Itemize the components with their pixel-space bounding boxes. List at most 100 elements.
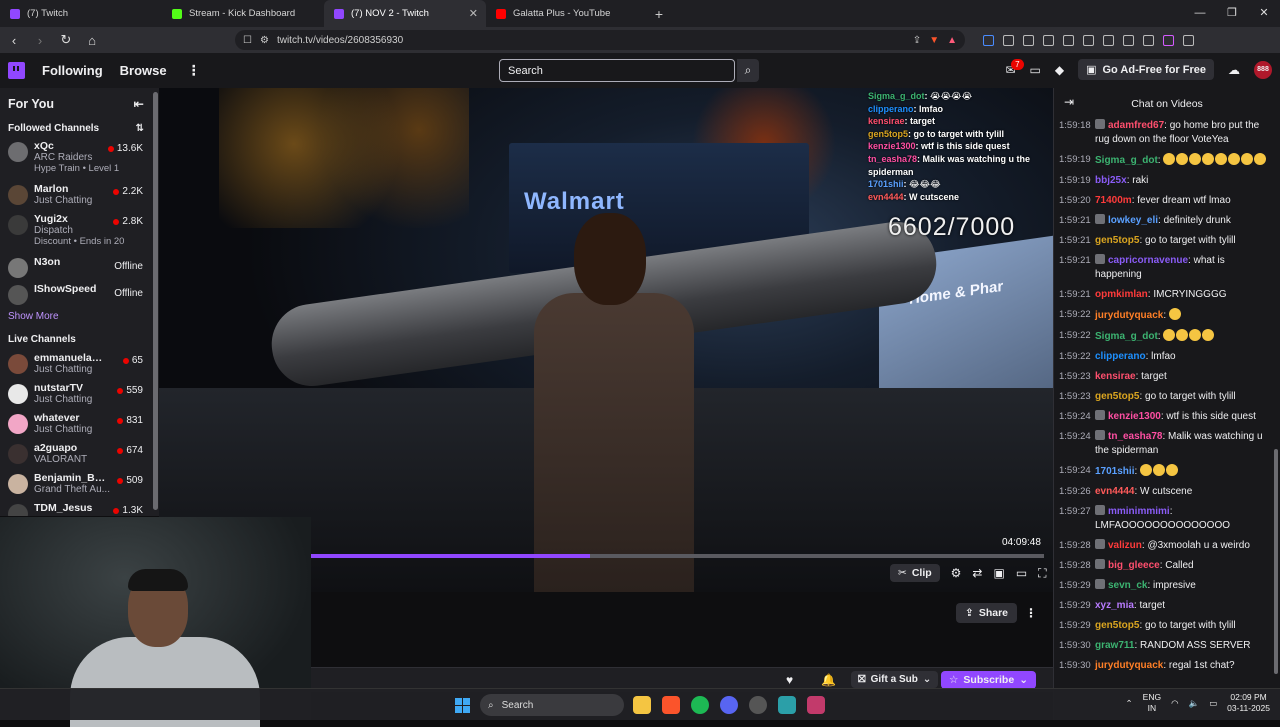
chat-username[interactable]: mminimmimi: [1108, 506, 1170, 517]
chat-username[interactable]: graw711: [1095, 640, 1134, 651]
whispers-icon[interactable]: ▭: [1030, 63, 1041, 77]
gift-sub-button[interactable]: ⛝ Gift a Sub ⌄: [851, 671, 939, 688]
search-input[interactable]: Search: [499, 59, 735, 82]
turbo-icon[interactable]: ☁: [1228, 63, 1240, 77]
battery-icon[interactable]: ▭: [1209, 698, 1217, 709]
volume-icon[interactable]: 🔈: [1189, 698, 1200, 709]
sidebar-channel-ishowspeed[interactable]: IShowSpeed Offline: [0, 280, 152, 307]
brave-browser-icon[interactable]: [662, 696, 680, 714]
chat-message[interactable]: 1:59:21 capricornavenue: what is happenin…: [1054, 254, 1272, 281]
sidebar-channel-nutstartv[interactable]: nutstarTV Just Chatting 559: [0, 379, 152, 409]
wifi-icon[interactable]: ◠: [1171, 698, 1178, 709]
share-button[interactable]: ⇪ Share: [956, 603, 1017, 623]
sidebar-channel-n3on[interactable]: N3on Offline: [0, 253, 152, 280]
settings-icon[interactable]: ⚙: [951, 566, 962, 580]
seek-bar[interactable]: [311, 554, 1044, 558]
fullscreen-icon[interactable]: ⛶: [1038, 566, 1046, 581]
chat-username[interactable]: Sigma_g_dot: [1095, 155, 1158, 166]
chat-username[interactable]: jurydutyquack: [1095, 660, 1163, 671]
sync-icon[interactable]: ⇄: [972, 566, 982, 580]
go-ad-free-button[interactable]: ▣ Go Ad-Free for Free: [1078, 59, 1214, 80]
search-icon[interactable]: ⌕: [737, 59, 759, 82]
home-icon[interactable]: ⌂: [84, 33, 100, 48]
chat-message[interactable]: 1:59:30 graw711: RANDOM ASS SERVER: [1054, 639, 1272, 653]
sidebar-channel-marlon[interactable]: Marlon Just Chatting 2.2K: [0, 180, 152, 210]
notification-bell-icon[interactable]: 🔔: [821, 673, 836, 687]
sort-icon[interactable]: ⇅: [136, 123, 144, 134]
chat-message[interactable]: 1:59:20 71400m: fever dream wtf lmao: [1054, 194, 1272, 208]
chat-username[interactable]: bbj25x: [1095, 175, 1127, 186]
pip-icon[interactable]: ▣: [993, 566, 1004, 580]
chat-username[interactable]: gen5top5: [1095, 391, 1139, 402]
extension-icon[interactable]: [983, 34, 994, 46]
browser-tab[interactable]: (7) Twitch: [0, 0, 162, 27]
music-icon[interactable]: [1063, 34, 1074, 46]
browser-tab[interactable]: (7) NOV 2 - Twitch ✕: [324, 0, 486, 27]
url-bar[interactable]: ☐ ⚙ twitch.tv/videos/2608356930 ⇪ ▼ ▲: [235, 30, 965, 50]
chat-username[interactable]: 71400m: [1095, 195, 1132, 206]
chat-username[interactable]: clipperano: [1095, 351, 1146, 362]
close-tab-icon[interactable]: ✕: [469, 7, 478, 20]
extension-icon[interactable]: [1123, 34, 1134, 46]
new-tab-button[interactable]: +: [648, 0, 670, 27]
chat-message[interactable]: 1:59:29 xyz_mia: target: [1054, 599, 1272, 613]
chat-username[interactable]: valizun: [1108, 540, 1142, 551]
chat-message[interactable]: 1:59:23 gen5top5: go to target with tylil…: [1054, 390, 1272, 404]
twitch-logo-icon[interactable]: [8, 62, 25, 79]
chat-username[interactable]: kenzie1300: [1108, 411, 1161, 422]
chat-username[interactable]: opmkimlan: [1095, 289, 1148, 300]
chat-message[interactable]: 1:59:24 tn_easha78: Malik was watching u …: [1054, 430, 1272, 457]
chat-username[interactable]: evn4444: [1095, 486, 1134, 497]
chat-message[interactable]: 1:59:29 sevn_ck: impresive: [1054, 578, 1272, 593]
chat-username[interactable]: Sigma_g_dot: [1095, 331, 1158, 342]
share-page-icon[interactable]: ⇪: [913, 35, 921, 46]
chat-username[interactable]: adamfred67: [1108, 120, 1164, 131]
chat-message[interactable]: 1:59:21 opmkimlan: IMCRYINGGGG: [1054, 288, 1272, 302]
tray-overflow-icon[interactable]: ⌃: [1126, 698, 1133, 709]
sidebar-channel-xqc[interactable]: xQc ARC Raiders Hype Train • Level 1 13.6K: [0, 137, 152, 180]
bookmark-icon[interactable]: ☐: [243, 35, 252, 46]
sidebar-channel-benjaminbucks[interactable]: Benjamin_BucksGrand Theft Au...509: [0, 469, 152, 499]
more-menu-icon[interactable]: ⋮: [187, 62, 201, 79]
file-explorer-icon[interactable]: [633, 696, 651, 714]
brave-shield-icon[interactable]: ▼: [929, 35, 939, 46]
vpn-icon[interactable]: [1143, 34, 1154, 46]
chat-message[interactable]: 1:59:23 kensirae: target: [1054, 370, 1272, 384]
chat-username[interactable]: lowkey_eli: [1108, 215, 1158, 226]
forward-icon[interactable]: ›: [32, 33, 48, 48]
browser-tab[interactable]: Galatta Plus - YouTube: [486, 0, 648, 27]
chat-username[interactable]: jurydutyquack: [1095, 310, 1163, 321]
chat-username[interactable]: xyz_mia: [1095, 600, 1134, 611]
taskbar-search[interactable]: ⌕ Search: [480, 694, 624, 716]
chat-username[interactable]: gen5top5: [1095, 235, 1139, 246]
browser-tab[interactable]: Stream - Kick Dashboard: [162, 0, 324, 27]
chat-username[interactable]: sevn_ck: [1108, 580, 1147, 591]
sidebar-channel-a2guapo[interactable]: a2guapo VALORANT 674: [0, 439, 152, 469]
chat-message[interactable]: 1:59:28 big_gleece: Called: [1054, 558, 1272, 573]
bits-icon[interactable]: ◆: [1055, 63, 1064, 77]
collapse-chat-icon[interactable]: ⇥: [1064, 95, 1074, 109]
chat-message[interactable]: 1:59:28 valizun: @3xmoolah u a weirdo: [1054, 538, 1272, 553]
app-icon[interactable]: [807, 696, 825, 714]
clip-button[interactable]: ✂ Clip: [890, 564, 940, 582]
collapse-sidebar-icon[interactable]: ⇤: [134, 96, 144, 111]
chat-username[interactable]: gen5top5: [1095, 620, 1139, 631]
language-indicator[interactable]: ENG IN: [1143, 692, 1161, 714]
ai-icon[interactable]: [1163, 34, 1174, 46]
sidebar-channel-emmanuelach[interactable]: emmanuelach... Just Chatting 65: [0, 349, 152, 379]
theatre-mode-icon[interactable]: ▭: [1016, 566, 1027, 580]
puzzle-icon[interactable]: [1023, 34, 1034, 46]
chat-username[interactable]: kensirae: [1095, 371, 1136, 382]
chat-message[interactable]: 1:59:30 jurydutyquack: regal 1st chat?: [1054, 659, 1272, 673]
more-options-icon[interactable]: ⋮: [1025, 606, 1037, 620]
extension-icon[interactable]: [1043, 34, 1054, 46]
chat-username[interactable]: capricornavenue: [1108, 255, 1188, 266]
sidebar-scrollbar[interactable]: [152, 88, 159, 516]
show-more-link[interactable]: Show More: [0, 307, 152, 332]
chat-username[interactable]: big_gleece: [1108, 560, 1160, 571]
following-link[interactable]: Following: [42, 63, 103, 78]
chat-message[interactable]: 1:59:22 clipperano: lmfao: [1054, 350, 1272, 364]
sidebar-channel-yugi2x[interactable]: Yugi2x Dispatch Discount • Ends in 20 2.8K: [0, 210, 152, 253]
restore-icon[interactable]: ❐: [1216, 0, 1248, 27]
chat-username[interactable]: tn_easha78: [1108, 431, 1162, 442]
